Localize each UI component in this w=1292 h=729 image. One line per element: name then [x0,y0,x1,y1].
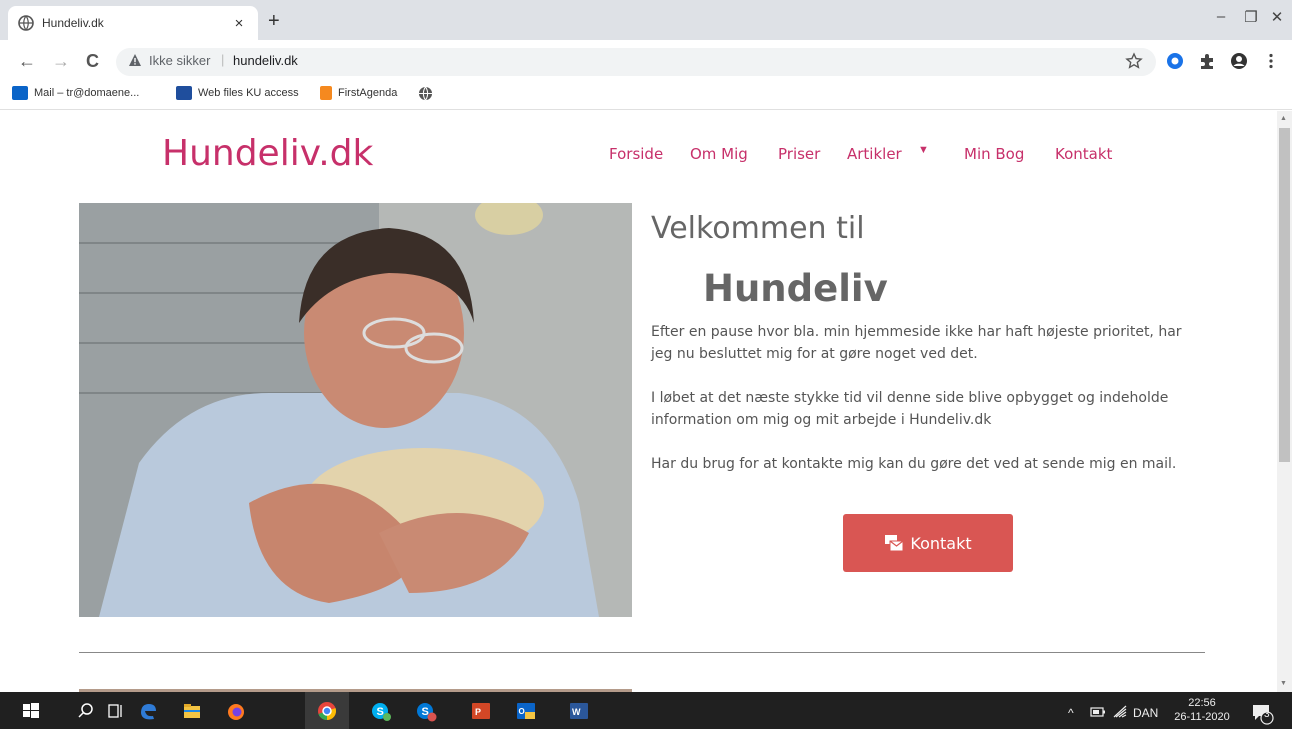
battery-icon[interactable] [1090,706,1106,718]
edge-icon[interactable] [137,700,159,722]
back-icon[interactable]: ← [18,51,36,71]
firefox-icon[interactable] [225,700,247,722]
bookmark-ku[interactable]: Web files KU access [176,86,299,100]
security-label[interactable]: Ikke sikker [149,53,210,68]
intro-paragraph-2: I løbet at det næste stykke tid vil denn… [651,390,1169,428]
ku-icon [176,86,192,100]
nav-min-bog[interactable]: Min Bog [964,145,1024,163]
profile-icon[interactable] [1230,52,1248,70]
bookmark-firstagenda[interactable]: FirstAgenda [320,86,397,100]
bookmark-mail[interactable]: Mail – tr@domaene... [12,86,139,100]
word-icon[interactable]: W [568,700,590,722]
tray-chevron-icon[interactable]: ^ [1068,706,1074,720]
task-view-icon[interactable] [105,700,127,722]
minimize-icon[interactable]: – [1206,8,1236,25]
url-separator: | [221,52,225,67]
svg-text:W: W [572,707,581,717]
reload-icon[interactable]: C [86,51,99,71]
globe-icon [418,86,433,101]
section-divider [79,652,1205,653]
svg-text:S: S [377,706,384,718]
outlook-icon[interactable]: O [515,700,537,722]
clock[interactable]: 22:56 26-11-2020 [1168,696,1236,724]
close-tab-icon[interactable]: × [230,15,248,32]
globe-icon [18,15,34,31]
bookmark-label: Web files KU access [198,87,299,99]
nav-forside[interactable]: Forside [609,145,663,163]
warning-icon[interactable] [128,53,142,67]
bookmark-star-icon[interactable] [1125,52,1143,70]
extensions-puzzle-icon[interactable] [1198,52,1216,70]
mail-bulk-icon [885,535,904,552]
url-text[interactable]: hundeliv.dk [233,53,298,68]
nav-kontakt[interactable]: Kontakt [1055,145,1112,163]
scroll-down-icon[interactable]: ▼ [1280,680,1287,687]
web-page: Hundeliv.dk Forside Om Mig Priser Artikl… [0,111,1277,692]
outlook-icon [12,86,28,100]
svg-text:O: O [519,707,525,716]
bookmark-label: FirstAgenda [338,87,398,99]
skype-icon[interactable]: S [370,700,392,722]
notification-icon[interactable] [1250,701,1274,725]
svg-text:P: P [475,707,481,717]
contact-button-label: Kontakt [910,533,972,553]
scrollbar-thumb[interactable] [1279,128,1290,462]
close-window-icon[interactable]: ✕ [1262,8,1292,26]
wifi-icon[interactable] [1112,705,1128,719]
chrome-icon[interactable] [316,700,338,722]
extension-blue-icon[interactable] [1166,52,1184,70]
dropdown-caret-icon[interactable]: ▼ [918,144,929,156]
tab-strip: Hundeliv.dk × + – ❐ ✕ [0,0,1292,40]
site-heading: Hundeliv [703,267,888,310]
firstagenda-icon [320,86,332,100]
language-indicator[interactable]: DAN [1133,706,1158,720]
powerpoint-icon[interactable]: P [470,700,492,722]
tab-title: Hundeliv.dk [42,16,104,30]
intro-paragraph-1: Efter en pause hvor bla. min hjemmeside … [651,324,1182,362]
forward-icon[interactable]: → [52,51,70,71]
bookmark-label: Mail – tr@domaene... [34,87,140,99]
start-icon[interactable] [20,700,42,722]
clock-date: 26-11-2020 [1174,711,1230,723]
nav-om-mig[interactable]: Om Mig [690,145,748,163]
clock-time: 22:56 [1188,697,1216,709]
nav-artikler[interactable]: Artikler [847,145,902,163]
intro-paragraph-3: Har du brug for at kontakte mig kan du g… [651,456,1177,472]
file-explorer-icon[interactable] [181,700,203,722]
search-icon[interactable] [75,700,97,722]
scroll-up-icon[interactable]: ▲ [1280,115,1287,122]
nav-priser[interactable]: Priser [778,145,820,163]
site-logo[interactable]: Hundeliv.dk [162,133,373,174]
contact-button[interactable]: Kontakt [843,514,1013,572]
welcome-heading: Velkommen til [651,211,865,246]
menu-kebab-icon[interactable] [1262,52,1280,70]
new-tab-icon[interactable]: + [268,11,280,31]
notification-count: 3 [1264,709,1270,720]
skype-business-icon[interactable]: S [415,700,437,722]
browser-tab[interactable]: Hundeliv.dk × [8,6,258,40]
bookmark-globe[interactable] [418,86,433,101]
hero-photo [79,203,632,617]
